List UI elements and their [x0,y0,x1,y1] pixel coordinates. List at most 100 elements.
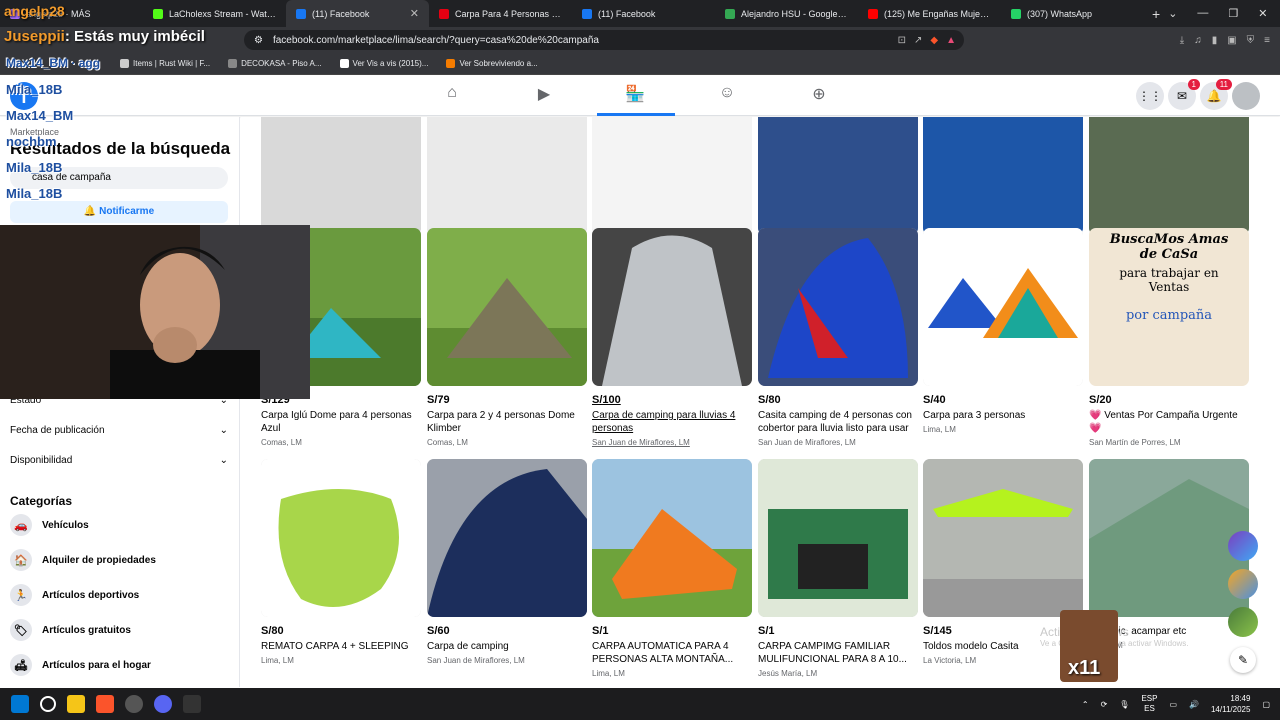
app-icon[interactable] [125,695,143,713]
network-icon[interactable]: ▭ [1169,700,1177,709]
contact-avatar[interactable] [1228,531,1258,561]
minimize-button[interactable]: — [1197,7,1208,20]
search-icon[interactable] [40,696,56,712]
category-hogar[interactable]: 🛋 Artículos para el hogar [10,654,151,676]
listing-card[interactable]: S/60 Carpa de camping San Juan de Miraflor… [427,459,587,665]
listing-image[interactable] [427,459,587,617]
browser-tab[interactable]: (307) WhatsApp [1001,0,1144,27]
listing-card[interactable]: S/1 CARPA CAMPIMG FAMILIAR MULIFUNCIONAL … [758,459,918,678]
listing-location: Lima, LM [261,656,294,665]
video-icon[interactable]: ▶ [533,84,555,104]
rewards-icon[interactable]: ▲ [946,35,956,46]
brave-shield-icon[interactable]: ◆ [930,35,938,46]
bookmark-item[interactable]: Ver Vis a vis (2015)... [339,59,428,68]
url-text[interactable]: facebook.com/marketplace/lima/search/?qu… [273,35,599,46]
browser-tab[interactable]: Carpa Para 4 Personas Modelo [429,0,572,27]
listing-card[interactable]: S/79 Carpa para 2 y 4 personas Dome Klimb… [427,228,587,447]
sidebar-icon[interactable]: ▮ [1212,35,1218,46]
media-icon[interactable]: ♫ [1194,35,1202,46]
language-indicator[interactable]: ESP ES [1141,694,1157,714]
listing-image[interactable] [592,459,752,617]
listing-image[interactable] [592,228,752,386]
listing-image[interactable] [592,117,752,235]
category-deportivos[interactable]: 🏃 Artículos deportivos [10,584,139,606]
listing-image[interactable] [758,228,918,386]
share-icon[interactable]: ↗ [914,35,922,46]
browser-tab[interactable]: LaCholexs Stream - Watch Live [143,0,286,27]
maximize-button[interactable]: ❐ [1228,7,1238,20]
close-window-button[interactable]: ✕ [1258,7,1267,20]
download-icon[interactable]: ⤓ [1180,35,1184,46]
chevron-up-icon[interactable]: ⌃ [1082,700,1089,709]
listing-image[interactable] [923,459,1083,617]
discord-icon[interactable] [154,695,172,713]
house-icon: 🏠 [10,549,32,571]
listing-title: Casita camping de 4 personas con coberto… [758,410,912,434]
listing-card[interactable]: S/80 REMATO CARPA 4 + SLEEPING Lima, LM [261,459,421,665]
emote-overlay: x11 [1060,610,1118,682]
file-explorer-icon[interactable] [67,695,85,713]
listing-card[interactable]: S/40 Carpa para 3 personas Lima, LM [923,228,1083,434]
brave-icon[interactable] [96,695,114,713]
listing-card[interactable]: S/100 Carpa de camping para lluvias 4 per… [592,228,752,447]
listing-image[interactable] [261,117,421,235]
category-alquiler[interactable]: 🏠 Alquiler de propiedades [10,549,156,571]
install-icon[interactable]: ⊡ [898,35,906,46]
tab-title: (125) Me Engañas Mujer - You [884,8,991,19]
browser-tab[interactable]: Alejandro HSU - Google Maps [715,0,858,27]
new-tab-button[interactable]: + [1144,6,1168,22]
listing-image[interactable] [923,117,1083,235]
listing-image[interactable] [1089,117,1249,235]
listing-image[interactable]: BuscaMos Amas de CaSa para trabajar en Vent… [1089,228,1249,386]
tab-search-icon[interactable]: ⌄ [1168,7,1177,20]
listing-image[interactable] [758,117,918,235]
home-icon[interactable]: ⌂ [441,84,463,102]
filter-disponibilidad[interactable]: Disponibilidad ⌄ [10,455,228,466]
windows-start-icon[interactable] [11,695,29,713]
avatar[interactable] [1232,82,1260,110]
browser-tab[interactable]: (125) Me Engañas Mujer - You [858,0,1001,27]
listing-image[interactable] [923,228,1083,386]
listing-image[interactable] [1089,459,1249,617]
filter-fecha[interactable]: Fecha de publicación ⌄ [10,425,228,436]
bookmark-item[interactable]: Ver Sobreviviendo a... [446,59,538,68]
listing-card[interactable]: S/1 CARPA AUTOMATICA PARA 4 PERSONAS ALTA… [592,459,752,678]
groups-icon[interactable]: ☺ [716,84,738,102]
menu-icon[interactable]: ≡ [1264,35,1270,46]
notification-center-icon[interactable]: ▢ [1262,700,1270,709]
menu-grid-button[interactable]: ⋮⋮ [1136,82,1164,110]
marketplace-icon[interactable]: 🏪 [624,84,646,104]
sync-icon[interactable]: ⟳ [1101,700,1108,709]
listing-location: San Juan de Miraflores, LM [427,656,525,665]
browser-tab[interactable]: (11) Facebook ✕ [286,0,429,27]
listing-card[interactable]: BuscaMos Amas de CaSa para trabajar en Vent… [1089,228,1249,447]
url-field[interactable]: ⚙ facebook.com/marketplace/lima/search/?… [244,30,964,50]
clock[interactable]: 18:49 14/11/2025 [1211,693,1250,715]
listing-image[interactable] [261,459,421,617]
listing-title: Carpa de camping [427,641,509,652]
contact-avatar[interactable] [1228,569,1258,599]
vpn-icon[interactable]: ⛨ [1247,35,1255,46]
listing-image[interactable] [427,117,587,235]
new-message-button[interactable]: ✎ [1230,647,1256,673]
bookmark-item[interactable]: DECOKASA - Piso A... [228,59,322,68]
messenger-button[interactable]: ✉ 1 [1168,79,1200,110]
listing-image[interactable] [427,228,587,386]
contact-avatar[interactable] [1228,607,1258,637]
listing-card[interactable]: S/80 Casita camping de 4 personas con cob… [758,228,918,447]
close-tab-icon[interactable]: ✕ [410,7,419,20]
category-gratuitos[interactable]: 🏷 Artículos gratuitos [10,619,131,641]
steam-icon[interactable] [183,695,201,713]
volume-icon[interactable]: 🔊 [1189,700,1199,709]
browser-tab[interactable]: (11) Facebook [572,0,715,27]
site-info-icon[interactable]: ⚙ [254,35,263,46]
notifications-button[interactable]: 🔔 11 [1200,79,1232,110]
bookmark-item[interactable]: Items | Rust Wiki | F... [120,59,210,68]
mic-icon[interactable]: 🎙 [1119,700,1129,709]
notify-button[interactable]: 🔔 Notificarme [10,201,228,223]
listing-image[interactable] [758,459,918,617]
tag-icon: 🏷 [10,619,32,641]
gaming-icon[interactable]: ⊕ [808,84,830,104]
category-vehiculos[interactable]: 🚗 Vehículos [10,514,89,536]
wallet-icon[interactable]: ▣ [1227,35,1236,46]
